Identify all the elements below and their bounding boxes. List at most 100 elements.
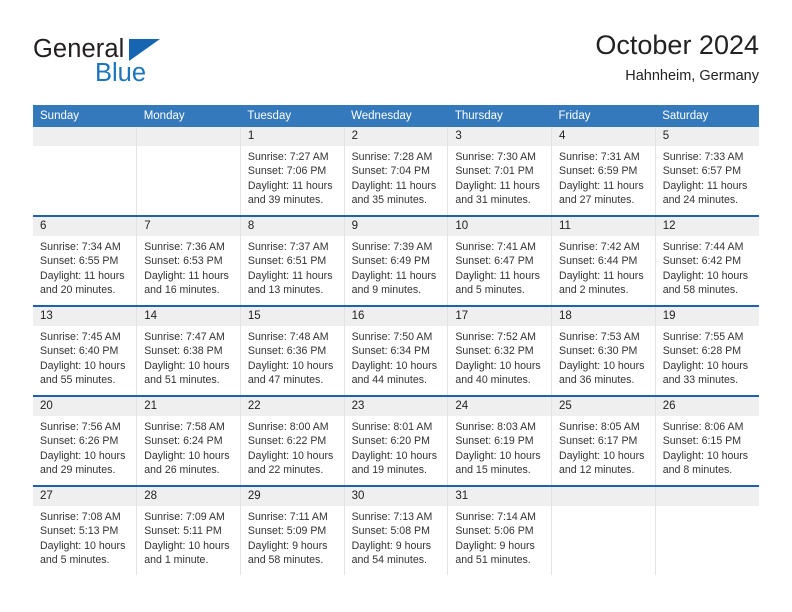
daylight-text: Daylight: 11 hours bbox=[455, 179, 540, 192]
day-number: 4 bbox=[552, 127, 655, 146]
calendar-day-cell[interactable]: 31 Sunrise: 7:14 AM Sunset: 5:06 PM Dayligh… bbox=[447, 485, 553, 575]
calendar-day-cell[interactable]: 7 Sunrise: 7:36 AM Sunset: 6:53 PM Daylight… bbox=[136, 215, 241, 306]
calendar-day-cell[interactable]: 16 Sunrise: 7:50 AM Sunset: 6:34 PM Dayligh… bbox=[344, 305, 449, 396]
sunset-text: Sunset: 6:28 PM bbox=[662, 345, 742, 358]
day-number: 26 bbox=[655, 397, 759, 416]
calendar-day-cell[interactable]: 23 Sunrise: 8:01 AM Sunset: 6:20 PM Dayligh… bbox=[344, 395, 449, 486]
sunrise-text: Sunrise: 8:00 AM bbox=[247, 421, 329, 433]
sunset-text: Sunset: 6:47 PM bbox=[455, 255, 534, 268]
calendar-day-cell[interactable]: 13 Sunrise: 7:45 AM Sunset: 6:40 PM Dayligh… bbox=[33, 305, 138, 396]
sunset-text: Sunset: 6:24 PM bbox=[144, 435, 223, 448]
sunrise-text: Sunrise: 7:34 AM bbox=[40, 241, 121, 253]
day-number: 27 bbox=[33, 487, 137, 506]
calendar-day-cell[interactable]: 12 Sunrise: 7:44 AM Sunset: 6:42 PM Dayligh… bbox=[655, 215, 759, 306]
day-details: Sunrise: 7:42 AM Sunset: 6:44 PM Daylight:… bbox=[552, 236, 655, 297]
calendar-day-cell[interactable]: 25 Sunrise: 8:05 AM Sunset: 6:17 PM Dayligh… bbox=[551, 395, 656, 486]
daylight-text: Daylight: 10 hours bbox=[40, 359, 126, 372]
calendar-day-cell[interactable]: 19 Sunrise: 7:55 AM Sunset: 6:28 PM Dayligh… bbox=[655, 305, 759, 396]
daylight-text: and 5 minutes. bbox=[455, 283, 525, 296]
daylight-text: Daylight: 10 hours bbox=[144, 449, 230, 462]
calendar-day-cell[interactable]: 4 Sunrise: 7:31 AM Sunset: 6:59 PM Daylight… bbox=[551, 127, 656, 216]
daylight-text: and 12 minutes. bbox=[559, 463, 635, 476]
sunrise-text: Sunrise: 7:28 AM bbox=[351, 151, 433, 163]
sunrise-text: Sunrise: 7:50 AM bbox=[351, 331, 433, 343]
calendar-day-cell[interactable]: 6 Sunrise: 7:34 AM Sunset: 6:55 PM Daylight… bbox=[33, 215, 138, 306]
day-details: Sunrise: 8:03 AM Sunset: 6:19 PM Daylight:… bbox=[448, 416, 551, 477]
daylight-text: and 40 minutes. bbox=[455, 373, 531, 386]
calendar-day-cell-empty bbox=[33, 127, 138, 216]
day-details bbox=[656, 506, 759, 510]
daylight-text: Daylight: 11 hours bbox=[351, 269, 437, 282]
sunset-text: Sunset: 7:01 PM bbox=[455, 165, 534, 178]
day-details: Sunrise: 7:13 AM Sunset: 5:08 PM Daylight:… bbox=[345, 506, 448, 567]
page-header: General Blue October 2024 Hahnheim, Germ… bbox=[33, 28, 759, 98]
calendar-day-cell[interactable]: 10 Sunrise: 7:41 AM Sunset: 6:47 PM Dayligh… bbox=[447, 215, 553, 306]
calendar-grid: Sunday Monday Tuesday Wednesday Thursday Frid… bbox=[33, 105, 759, 575]
day-number: 31 bbox=[448, 487, 552, 506]
day-number: 21 bbox=[137, 397, 240, 416]
calendar-day-cell[interactable]: 5 Sunrise: 7:33 AM Sunset: 6:57 PM Daylight… bbox=[655, 127, 759, 216]
daylight-text: and 15 minutes. bbox=[455, 463, 531, 476]
day-number: 3 bbox=[448, 127, 552, 146]
calendar-day-cell[interactable]: 21 Sunrise: 7:58 AM Sunset: 6:24 PM Dayligh… bbox=[136, 395, 241, 486]
sunset-text: Sunset: 6:57 PM bbox=[662, 165, 742, 178]
calendar-day-cell[interactable]: 8 Sunrise: 7:37 AM Sunset: 6:51 PM Daylight… bbox=[240, 215, 345, 306]
day-number: 6 bbox=[33, 217, 137, 236]
daylight-text: Daylight: 10 hours bbox=[559, 359, 645, 372]
day-details: Sunrise: 8:01 AM Sunset: 6:20 PM Daylight:… bbox=[345, 416, 448, 477]
daylight-text: Daylight: 10 hours bbox=[247, 449, 334, 462]
daylight-text: Daylight: 10 hours bbox=[559, 449, 645, 462]
sunrise-text: Sunrise: 7:42 AM bbox=[559, 241, 640, 253]
calendar-day-cell[interactable]: 1 Sunrise: 7:27 AM Sunset: 7:06 PM Daylight… bbox=[240, 127, 345, 216]
calendar-day-cell[interactable]: 30 Sunrise: 7:13 AM Sunset: 5:08 PM Dayligh… bbox=[344, 485, 449, 575]
day-details bbox=[552, 506, 655, 510]
day-number: 14 bbox=[137, 307, 240, 326]
day-number: 5 bbox=[655, 127, 759, 146]
calendar-day-cell[interactable]: 18 Sunrise: 7:53 AM Sunset: 6:30 PM Dayligh… bbox=[551, 305, 656, 396]
sunset-text: Sunset: 6:40 PM bbox=[40, 345, 119, 358]
sunrise-text: Sunrise: 8:03 AM bbox=[455, 421, 536, 433]
day-number: 29 bbox=[240, 487, 344, 506]
daylight-text: and 8 minutes. bbox=[662, 463, 733, 476]
calendar-week-row: 20 Sunrise: 7:56 AM Sunset: 6:26 PM Dayligh… bbox=[33, 395, 759, 486]
calendar-day-cell[interactable]: 2 Sunrise: 7:28 AM Sunset: 7:04 PM Daylight… bbox=[344, 127, 449, 216]
sunset-text: Sunset: 6:55 PM bbox=[40, 255, 119, 268]
daylight-text: Daylight: 11 hours bbox=[455, 269, 540, 282]
calendar-day-cell[interactable]: 11 Sunrise: 7:42 AM Sunset: 6:44 PM Dayligh… bbox=[551, 215, 656, 306]
sunrise-text: Sunrise: 7:27 AM bbox=[247, 151, 329, 163]
weekday-header-sunday: Sunday bbox=[33, 105, 137, 127]
day-details: Sunrise: 7:27 AM Sunset: 7:06 PM Daylight:… bbox=[241, 146, 344, 207]
calendar-day-cell[interactable]: 24 Sunrise: 8:03 AM Sunset: 6:19 PM Dayligh… bbox=[447, 395, 553, 486]
sunrise-text: Sunrise: 7:37 AM bbox=[247, 241, 329, 253]
sunrise-text: Sunrise: 7:30 AM bbox=[455, 151, 536, 163]
day-details bbox=[137, 146, 240, 150]
daylight-text: and 54 minutes. bbox=[351, 553, 427, 566]
sunset-text: Sunset: 5:06 PM bbox=[455, 525, 534, 538]
calendar-day-cell[interactable]: 14 Sunrise: 7:47 AM Sunset: 6:38 PM Dayligh… bbox=[136, 305, 241, 396]
calendar-day-cell[interactable]: 22 Sunrise: 8:00 AM Sunset: 6:22 PM Dayligh… bbox=[240, 395, 345, 486]
daylight-text: and 5 minutes. bbox=[40, 553, 110, 566]
calendar-day-cell[interactable]: 27 Sunrise: 7:08 AM Sunset: 5:13 PM Dayligh… bbox=[33, 485, 138, 575]
daylight-text: Daylight: 11 hours bbox=[40, 269, 125, 282]
daylight-text: Daylight: 10 hours bbox=[455, 449, 541, 462]
calendar-day-cell[interactable]: 29 Sunrise: 7:11 AM Sunset: 5:09 PM Dayligh… bbox=[240, 485, 345, 575]
calendar-day-cell[interactable]: 3 Sunrise: 7:30 AM Sunset: 7:01 PM Daylight… bbox=[447, 127, 553, 216]
daylight-text: and 58 minutes. bbox=[662, 283, 739, 296]
calendar-day-cell[interactable]: 28 Sunrise: 7:09 AM Sunset: 5:11 PM Dayligh… bbox=[136, 485, 241, 575]
calendar-day-cell[interactable]: 17 Sunrise: 7:52 AM Sunset: 6:32 PM Dayligh… bbox=[447, 305, 553, 396]
calendar-day-cell[interactable]: 9 Sunrise: 7:39 AM Sunset: 6:49 PM Daylight… bbox=[344, 215, 449, 306]
day-number: 11 bbox=[552, 217, 655, 236]
daylight-text: and 33 minutes. bbox=[662, 373, 739, 386]
calendar-day-cell[interactable]: 26 Sunrise: 8:06 AM Sunset: 6:15 PM Dayligh… bbox=[655, 395, 759, 486]
sunrise-text: Sunrise: 7:45 AM bbox=[40, 331, 121, 343]
sunset-text: Sunset: 6:44 PM bbox=[559, 255, 638, 268]
calendar-day-cell[interactable]: 20 Sunrise: 7:56 AM Sunset: 6:26 PM Dayligh… bbox=[33, 395, 138, 486]
day-number: 30 bbox=[344, 487, 448, 506]
day-number: 22 bbox=[240, 397, 344, 416]
day-number: 17 bbox=[448, 307, 552, 326]
sunrise-text: Sunrise: 7:52 AM bbox=[455, 331, 536, 343]
calendar-day-cell[interactable]: 15 Sunrise: 7:48 AM Sunset: 6:36 PM Dayligh… bbox=[240, 305, 345, 396]
day-number: 8 bbox=[240, 217, 344, 236]
day-details: Sunrise: 7:37 AM Sunset: 6:51 PM Daylight:… bbox=[241, 236, 344, 297]
daylight-text: and 2 minutes. bbox=[559, 283, 629, 296]
